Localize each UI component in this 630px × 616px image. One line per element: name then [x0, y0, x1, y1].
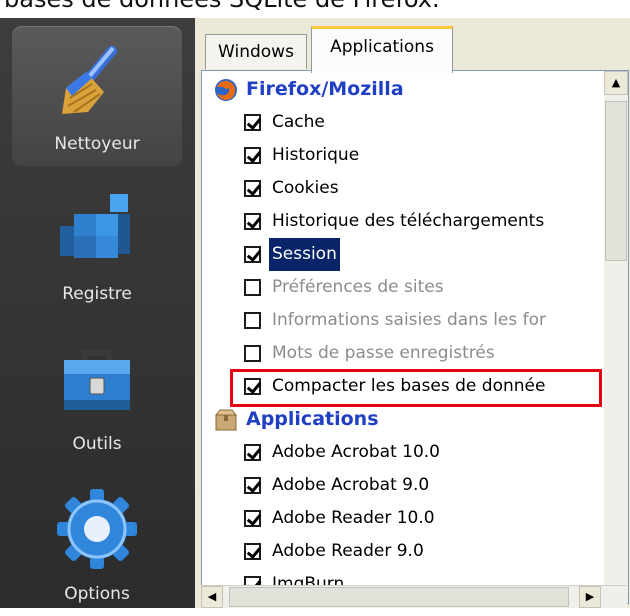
broom-icon	[62, 45, 118, 114]
tab-applications[interactable]: Applications	[311, 26, 453, 73]
registry-cubes-icon	[60, 194, 130, 258]
sidebar-item-label: Outils	[72, 434, 122, 454]
package-icon	[214, 409, 238, 431]
list-item-label: Historique	[272, 145, 360, 165]
scroll-up-button[interactable]: ▲	[604, 71, 628, 95]
list-item[interactable]: Adobe Acrobat 9.0	[202, 469, 612, 502]
list-item[interactable]: Historique des téléchargements	[202, 205, 612, 238]
list-item[interactable]: Préférences de sites	[202, 271, 612, 304]
group-label: Firefox/Mozilla	[246, 78, 404, 100]
cleaning-options-list: Firefox/Mozilla Cache Historique Cookies…	[201, 70, 629, 604]
firefox-icon	[215, 79, 237, 101]
list-item[interactable]: Informations saisies dans les for	[202, 304, 612, 337]
sidebar-item-label: Nettoyeur	[54, 134, 140, 154]
scroll-left-button[interactable]: ◀	[201, 586, 223, 608]
list-item[interactable]: Adobe Acrobat 10.0	[202, 436, 612, 469]
scroll-right-button[interactable]: ▶	[579, 586, 601, 608]
list-item[interactable]: Cache	[202, 106, 612, 139]
sidebar-item-label: Registre	[62, 284, 132, 304]
list-item[interactable]: Adobe Reader 10.0	[202, 502, 612, 535]
highlight-annotation-box	[230, 369, 602, 407]
list-item-label: Adobe Reader 10.0	[272, 508, 435, 528]
list-item-label: Cache	[272, 112, 325, 132]
tab-windows[interactable]: Windows	[205, 34, 307, 69]
cleaner-panel: Windows Applications Firefox/Mozilla Cac…	[195, 18, 630, 608]
list-item-label: Adobe Reader 9.0	[272, 541, 424, 561]
list-item-label: Informations saisies dans les for	[272, 310, 547, 330]
group-header-firefox: Firefox/Mozilla	[202, 73, 612, 106]
horizontal-scrollbar[interactable]: ◀ ▶	[201, 585, 627, 608]
vertical-scrollbar[interactable]: ▲	[604, 71, 628, 603]
caption-text: bases de données SQLite de Firefox.	[0, 0, 630, 18]
list-item[interactable]: Mots de passe enregistrés	[202, 337, 612, 370]
list-item-label: Session	[269, 238, 340, 271]
sidebar-item-nettoyeur[interactable]: Nettoyeur	[12, 26, 182, 166]
checkbox[interactable]	[244, 312, 261, 329]
list-item-label: Mots de passe enregistrés	[272, 343, 495, 363]
checkbox[interactable]	[244, 279, 261, 296]
list-item-label: Préférences de sites	[272, 277, 444, 297]
list-item-label: Adobe Acrobat 9.0	[272, 475, 430, 495]
checkbox[interactable]	[244, 543, 261, 560]
checkbox[interactable]	[244, 246, 261, 263]
group-label: Applications	[246, 408, 379, 430]
vertical-scroll-thumb[interactable]	[605, 101, 627, 261]
group-header-applications: Applications	[202, 403, 612, 436]
checkbox[interactable]	[244, 213, 261, 230]
toolbox-icon	[64, 350, 130, 410]
checkbox[interactable]	[244, 444, 261, 461]
checkbox[interactable]	[244, 114, 261, 131]
checkbox[interactable]	[244, 477, 261, 494]
horizontal-scroll-thumb[interactable]	[229, 587, 569, 607]
list-item[interactable]: Adobe Reader 9.0	[202, 535, 612, 568]
sidebar-item-outils[interactable]: Outils	[12, 326, 182, 466]
list-item-label: Cookies	[272, 178, 339, 198]
checkbox[interactable]	[244, 510, 261, 527]
list-item[interactable]: Historique	[202, 139, 612, 172]
sidebar-item-label: Options	[64, 584, 130, 604]
sidebar: Nettoyeur Registre Outils Options	[0, 18, 195, 608]
list-item[interactable]: Cookies	[202, 172, 612, 205]
list-item-selected[interactable]: Session	[202, 238, 612, 271]
sidebar-item-options[interactable]: Options	[12, 476, 182, 616]
sidebar-item-registre[interactable]: Registre	[12, 176, 182, 316]
checkbox[interactable]	[244, 147, 261, 164]
gear-icon	[57, 489, 137, 569]
list-item-label: Adobe Acrobat 10.0	[272, 442, 440, 462]
checkbox[interactable]	[244, 345, 261, 362]
list-item-label: Historique des téléchargements	[272, 211, 545, 231]
checkbox[interactable]	[244, 180, 261, 197]
